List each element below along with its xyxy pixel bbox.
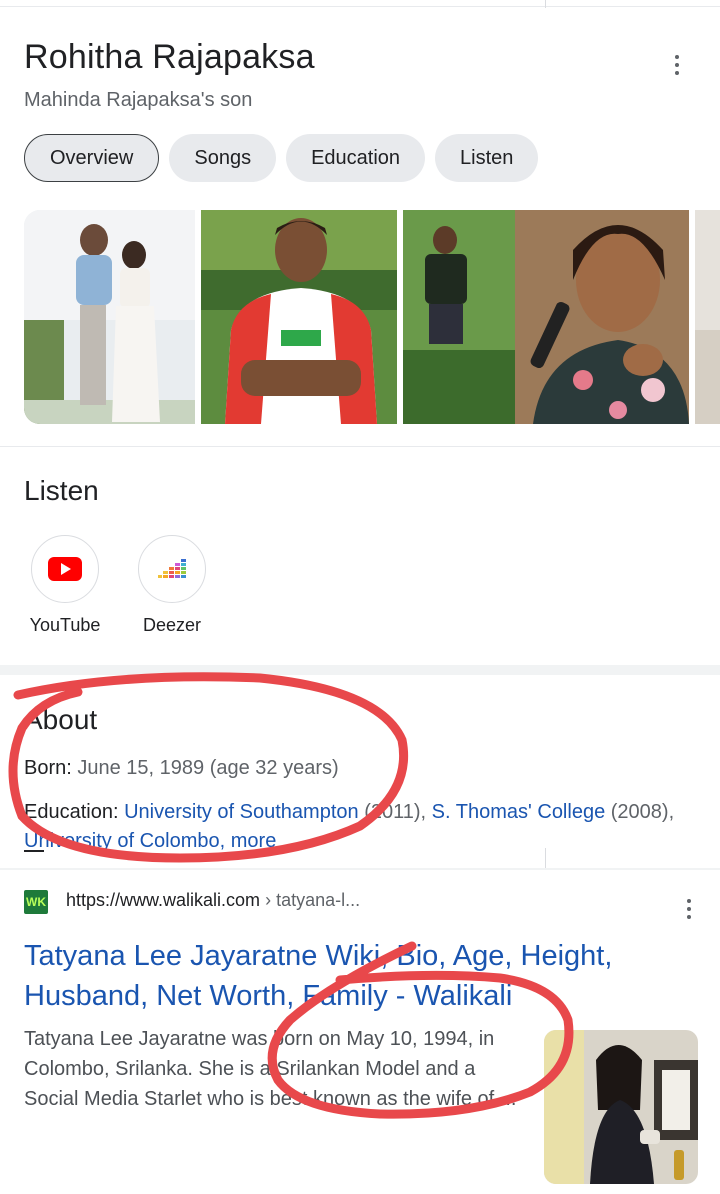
youtube-label: YouTube xyxy=(29,615,101,635)
top-divider xyxy=(0,6,720,7)
result-breadcrumb: › tatyana-l... xyxy=(265,890,361,910)
tab-education[interactable]: Education xyxy=(286,134,426,182)
section-divider xyxy=(0,446,720,447)
site-favicon: WK xyxy=(24,890,48,914)
result-domain: https://www.walikali.com xyxy=(66,890,261,910)
entity-title: Rohitha Rajapaksa xyxy=(24,38,315,76)
result-snippet: Tatyana Lee Jayaratne was born on May 10… xyxy=(24,1028,517,1110)
listen-heading: Listen xyxy=(24,475,99,506)
entity-subtitle: Mahinda Rajapaksa's son xyxy=(24,89,253,111)
result-url[interactable]: https://www.walikali.com › tatyana-l... xyxy=(66,890,360,911)
gallery-photo[interactable] xyxy=(695,210,720,424)
tab-songs[interactable]: Songs xyxy=(169,134,277,182)
result-title[interactable]: Tatyana Lee Jayaratne Wiki, Bio, Age, He… xyxy=(24,936,684,1016)
deezer-icon[interactable] xyxy=(138,535,206,603)
education-label: Education: xyxy=(24,801,119,823)
education-link[interactable]: University of Southampton xyxy=(124,801,359,823)
more-link[interactable]: more xyxy=(231,830,277,850)
born-label: Born: xyxy=(24,757,72,779)
gallery-photo[interactable] xyxy=(403,210,689,424)
deezer-service[interactable]: Deezer xyxy=(117,535,227,636)
more-options-icon[interactable] xyxy=(674,55,680,75)
underline-mark xyxy=(24,850,44,852)
about-heading: About xyxy=(24,704,98,735)
born-row: Born: June 15, 1989 (age 32 years) xyxy=(24,757,339,780)
section-divider xyxy=(0,868,720,870)
education-year: (2008), xyxy=(610,801,675,823)
deezer-label: Deezer xyxy=(142,615,202,635)
tab-overview[interactable]: Overview xyxy=(24,134,160,182)
tab-listen[interactable]: Listen xyxy=(435,134,539,182)
vertical-divider xyxy=(545,848,546,868)
education-link[interactable]: S. Thomas' College xyxy=(432,801,606,823)
education-link[interactable]: University of Colombo, xyxy=(24,830,225,850)
result-thumbnail[interactable] xyxy=(544,1030,698,1184)
youtube-service[interactable]: YouTube xyxy=(10,535,120,636)
result-options-icon[interactable] xyxy=(686,899,692,919)
born-value: June 15, 1989 (age 32 years) xyxy=(77,757,339,779)
gallery-photo[interactable] xyxy=(24,210,195,424)
image-gallery[interactable] xyxy=(24,210,720,424)
youtube-icon[interactable] xyxy=(31,535,99,603)
tab-bar: Overview Songs Education Listen xyxy=(24,134,539,182)
education-row: Education: University of Southampton (20… xyxy=(24,801,674,824)
top-vertical-divider xyxy=(545,0,546,8)
education-year: (2011), xyxy=(364,801,427,823)
gallery-photo[interactable] xyxy=(201,210,397,424)
education-row-clipped: University of Colombo, more xyxy=(0,826,720,850)
section-separator xyxy=(0,665,720,675)
